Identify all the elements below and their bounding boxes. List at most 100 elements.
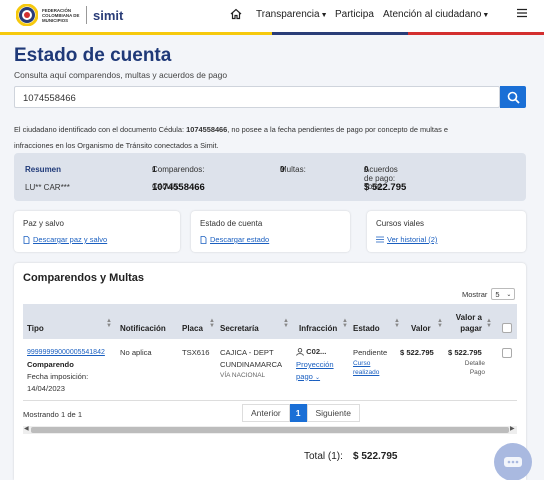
search-icon xyxy=(507,91,520,104)
sort-icon[interactable]: ▲ ▼ xyxy=(394,318,400,329)
col-estado[interactable]: Estado xyxy=(353,324,380,333)
nav-atencion-label: Atención al ciudadano xyxy=(383,9,482,20)
sort-icon[interactable]: ▲ ▼ xyxy=(437,318,443,329)
top-header: FEDERACIÓN COLOMBIANA DE MUNICIPIOS simi… xyxy=(0,0,544,32)
detalle-line1: Detalle xyxy=(464,360,485,367)
summary-name: LU** CAR*** xyxy=(25,183,70,192)
row-infraccion[interactable]: C02... xyxy=(296,346,326,358)
summary-multas: Multas: 0 xyxy=(280,165,306,174)
sort-icon[interactable]: ▲ ▼ xyxy=(106,318,112,329)
row-secretaria-3: VÍA NACIONAL xyxy=(220,372,266,379)
card-title: Estado de cuenta xyxy=(200,219,263,228)
search-input[interactable]: 1074558466 xyxy=(14,86,500,108)
pagination: Anterior 1 Siguiente xyxy=(242,404,360,422)
card-title: Cursos viales xyxy=(376,219,425,228)
panel-title: Comparendos y Multas xyxy=(23,272,145,284)
home-icon[interactable] xyxy=(230,8,242,23)
page-size-value: 5 xyxy=(495,289,500,299)
comparendos-panel: Comparendos y Multas Mostrar 5 ⌄ Tipo ▲ ▼ … xyxy=(14,263,526,480)
stripe-red xyxy=(408,32,544,35)
sort-icon[interactable]: ▲ ▼ xyxy=(486,318,492,329)
table-header: Tipo ▲ ▼ Notificación Placa ▲ ▼ Secretaría… xyxy=(23,304,517,339)
nav-participa[interactable]: Participa xyxy=(335,9,374,20)
row-tipo: Comparendo xyxy=(27,360,74,369)
infraccion-code: C02... xyxy=(306,347,327,356)
nav-transparencia[interactable]: Transparencia▼ xyxy=(256,9,328,20)
stripe-yellow xyxy=(0,32,272,35)
comparendos-label: Comparendos: xyxy=(152,165,205,174)
person-icon xyxy=(296,348,304,356)
col-valor-pagar[interactable]: Valor a pagar xyxy=(454,312,482,334)
row-fecha: 14/04/2023 xyxy=(27,384,66,393)
page-size-control: Mostrar 5 ⌄ xyxy=(462,288,516,300)
page-1-button[interactable]: 1 xyxy=(289,404,307,422)
total-label: Total: xyxy=(364,182,384,191)
card-paz-salvo: Paz y salvo Descargar paz y salvo xyxy=(14,211,180,252)
nav-atencion[interactable]: Atención al ciudadano▼ xyxy=(383,9,489,20)
summary-comparendos: Comparendos: 1 xyxy=(152,165,204,174)
col-placa[interactable]: Placa xyxy=(182,324,203,333)
chevron-down-icon: ▼ xyxy=(482,12,490,19)
sort-icon[interactable]: ▲ ▼ xyxy=(209,318,215,329)
page-size-select[interactable]: 5 ⌄ xyxy=(491,288,516,300)
row-notificacion: No aplica xyxy=(120,348,152,357)
col-secretaria[interactable]: Secretaría xyxy=(220,324,259,333)
horizontal-scrollbar[interactable]: ◀ ▶ xyxy=(23,426,517,434)
valor-pagar-line2: pagar xyxy=(460,324,482,333)
download-estado-link[interactable]: Descargar estado xyxy=(200,235,269,244)
info-suffix: , no posee a la fecha pendientes de pago… xyxy=(227,125,448,134)
col-infraccion[interactable]: Infracción xyxy=(299,324,337,333)
list-icon xyxy=(376,236,384,243)
col-notificacion[interactable]: Notificación xyxy=(120,324,166,333)
detalle-pago-link[interactable]: Detalle Pago xyxy=(454,359,485,377)
chat-icon xyxy=(504,457,522,467)
chevron-down-icon: ⌄ xyxy=(506,291,512,298)
search-button[interactable] xyxy=(500,86,526,108)
sort-icon[interactable]: ▲ ▼ xyxy=(283,318,289,329)
curso-line1: Curso xyxy=(353,360,371,367)
ver-historial-link[interactable]: Ver historial (2) xyxy=(376,235,437,244)
scrollbar-thumb[interactable] xyxy=(31,427,509,433)
card-link-label: Descargar paz y salvo xyxy=(33,235,108,244)
chevron-down-icon: ▼ xyxy=(320,12,328,19)
row-valor-pagar: $ 522.795 xyxy=(448,348,482,357)
card-cursos-viales: Cursos viales Ver historial (2) xyxy=(367,211,526,252)
document-icon xyxy=(23,235,30,244)
sort-icon[interactable]: ▲ ▼ xyxy=(342,318,348,329)
mostrar-label: Mostrar xyxy=(462,289,488,299)
row-placa: TSX616 xyxy=(182,348,210,357)
accessibility-button[interactable] xyxy=(494,443,532,480)
info-line2: infracciones en los Organismo de Tránsit… xyxy=(14,141,219,150)
multas-label: Multas: xyxy=(280,165,306,174)
col-tipo[interactable]: Tipo xyxy=(27,324,44,333)
logo[interactable]: FEDERACIÓN COLOMBIANA DE MUNICIPIOS simi… xyxy=(16,4,123,26)
hamburger-menu-icon[interactable] xyxy=(516,7,528,22)
summary-panel: Resumen LU** CAR*** Comparendos: 1 Multa… xyxy=(14,153,526,201)
summary-title: Resumen xyxy=(25,165,62,174)
select-all-checkbox[interactable] xyxy=(502,323,512,333)
comparendo-number-link[interactable]: 99999999000005541842 xyxy=(27,347,105,359)
proyeccion-line2: pago xyxy=(296,371,313,381)
row-secretaria-2: CUNDINAMARCA xyxy=(220,360,283,369)
scroll-right-icon[interactable]: ▶ xyxy=(510,425,515,432)
stripe-blue xyxy=(272,32,408,35)
logo-divider xyxy=(86,6,87,24)
cedula-label: Cédula: xyxy=(152,182,180,191)
prev-page-button[interactable]: Anterior xyxy=(242,404,290,422)
summary-total: Total: $ 522.795 xyxy=(364,182,406,193)
scroll-left-icon[interactable]: ◀ xyxy=(24,425,29,432)
table-total-value: $ 522.795 xyxy=(353,451,398,462)
valor-pagar-line1: Valor a xyxy=(455,313,482,322)
download-paz-salvo-link[interactable]: Descargar paz y salvo xyxy=(23,235,107,244)
col-valor[interactable]: Valor xyxy=(411,324,431,333)
page-title: Estado de cuenta xyxy=(14,45,172,66)
row-checkbox[interactable] xyxy=(502,348,512,358)
card-link-label: Ver historial (2) xyxy=(387,235,438,244)
row-valor: $ 522.795 xyxy=(400,348,434,357)
curso-realizado-link[interactable]: Curso realizado xyxy=(353,359,379,377)
showing-count: Mostrando 1 de 1 xyxy=(23,410,83,419)
card-estado-cuenta: Estado de cuenta Descargar estado xyxy=(191,211,350,252)
next-page-button[interactable]: Siguiente xyxy=(306,404,360,422)
card-link-label: Descargar estado xyxy=(210,235,270,244)
proyeccion-pago-link[interactable]: Proyección pago ⌄ xyxy=(296,359,334,384)
